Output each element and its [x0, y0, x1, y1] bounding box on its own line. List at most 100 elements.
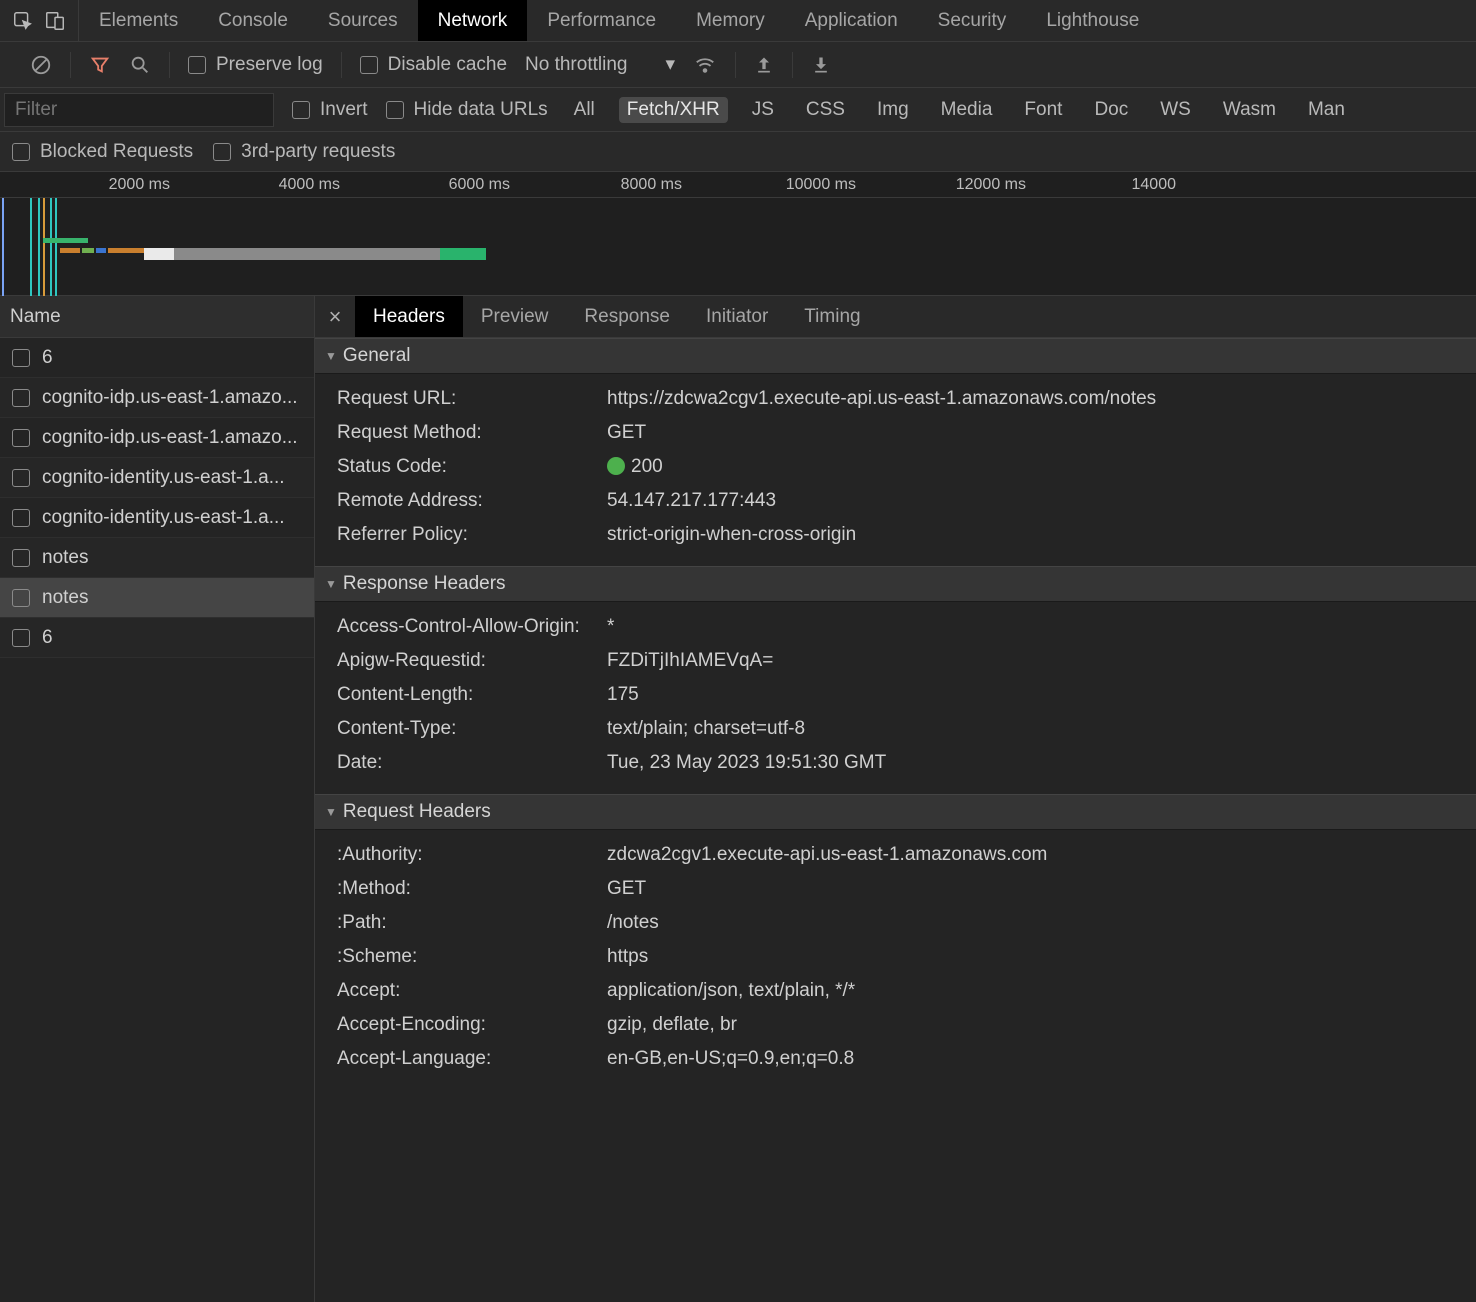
detail-tab-response[interactable]: Response [566, 296, 688, 337]
header-row: Status Code:200 [315, 450, 1476, 484]
tab-memory[interactable]: Memory [676, 0, 785, 41]
name-column-header[interactable]: Name [0, 296, 314, 338]
request-name: cognito-idp.us-east-1.amazo... [42, 387, 298, 409]
header-row: Content-Type:text/plain; charset=utf-8 [315, 712, 1476, 746]
type-filter-fetchxhr[interactable]: Fetch/XHR [619, 97, 728, 123]
detail-tabs: × HeadersPreviewResponseInitiatorTiming [315, 296, 1476, 338]
request-name: notes [42, 547, 88, 569]
header-key: Date: [337, 752, 607, 774]
header-key: Content-Length: [337, 684, 607, 706]
header-key: Remote Address: [337, 490, 607, 512]
inspect-element-icon[interactable] [12, 10, 34, 32]
tab-sources[interactable]: Sources [308, 0, 418, 41]
timeline-overview[interactable]: 2000 ms4000 ms6000 ms8000 ms10000 ms1200… [0, 172, 1476, 296]
network-conditions-icon[interactable] [693, 54, 717, 76]
type-filter-css[interactable]: CSS [798, 97, 853, 123]
request-row[interactable]: cognito-identity.us-east-1.a... [0, 498, 314, 538]
extra-filters: Blocked Requests 3rd-party requests [0, 132, 1476, 172]
type-filter-doc[interactable]: Doc [1086, 97, 1136, 123]
section-header-response[interactable]: ▼Response Headers [315, 566, 1476, 602]
type-filter-ws[interactable]: WS [1152, 97, 1199, 123]
header-key: :Method: [337, 878, 607, 900]
tab-network[interactable]: Network [418, 0, 528, 41]
disclosure-triangle-icon: ▼ [325, 349, 337, 363]
request-row[interactable]: cognito-identity.us-east-1.a... [0, 458, 314, 498]
request-name: notes [42, 587, 88, 609]
document-icon [12, 429, 30, 447]
type-filter-man[interactable]: Man [1300, 97, 1353, 123]
download-har-icon[interactable] [811, 55, 831, 75]
header-key: Status Code: [337, 456, 607, 478]
request-name: 6 [42, 627, 53, 649]
search-icon[interactable] [129, 54, 151, 76]
type-filter-wasm[interactable]: Wasm [1215, 97, 1284, 123]
type-filter-js[interactable]: JS [744, 97, 782, 123]
header-row: :Path:/notes [315, 906, 1476, 940]
request-row[interactable]: notes [0, 578, 314, 618]
tab-security[interactable]: Security [918, 0, 1027, 41]
header-value: /notes [607, 912, 1476, 934]
type-filter-media[interactable]: Media [933, 97, 1001, 123]
section-header-general[interactable]: ▼General [315, 338, 1476, 374]
filter-input[interactable] [4, 93, 274, 127]
upload-har-icon[interactable] [754, 55, 774, 75]
filter-icon[interactable] [89, 54, 111, 76]
tab-console[interactable]: Console [198, 0, 308, 41]
section-header-request[interactable]: ▼Request Headers [315, 794, 1476, 830]
device-toggle-icon[interactable] [44, 10, 66, 32]
third-party-checkbox[interactable]: 3rd-party requests [213, 141, 395, 163]
blocked-requests-checkbox[interactable]: Blocked Requests [12, 141, 193, 163]
type-filter-all[interactable]: All [566, 97, 603, 123]
header-value: https://zdcwa2cgv1.execute-api.us-east-1… [607, 388, 1476, 410]
timeline-tick: 6000 ms [449, 176, 510, 194]
tab-performance[interactable]: Performance [527, 0, 676, 41]
header-row: Access-Control-Allow-Origin:* [315, 610, 1476, 644]
document-icon [12, 589, 30, 607]
header-row: :Scheme:https [315, 940, 1476, 974]
invert-checkbox[interactable]: Invert [292, 99, 368, 121]
header-row: Accept:application/json, text/plain, */* [315, 974, 1476, 1008]
header-key: Apigw-Requestid: [337, 650, 607, 672]
header-value: text/plain; charset=utf-8 [607, 718, 1476, 740]
header-key: Accept: [337, 980, 607, 1002]
timeline-tick: 14000 [1132, 176, 1177, 194]
request-row[interactable]: cognito-idp.us-east-1.amazo... [0, 378, 314, 418]
disable-cache-checkbox[interactable]: Disable cache [360, 54, 507, 76]
detail-tab-headers[interactable]: Headers [355, 296, 463, 337]
tab-elements[interactable]: Elements [79, 0, 198, 41]
request-row[interactable]: cognito-idp.us-east-1.amazo... [0, 418, 314, 458]
main-tabs: ElementsConsoleSourcesNetworkPerformance… [79, 0, 1159, 41]
detail-tab-preview[interactable]: Preview [463, 296, 567, 337]
request-detail-panel: × HeadersPreviewResponseInitiatorTiming … [315, 296, 1476, 1302]
type-filter-img[interactable]: Img [869, 97, 917, 123]
header-row: Accept-Encoding:gzip, deflate, br [315, 1008, 1476, 1042]
hide-data-urls-checkbox[interactable]: Hide data URLs [386, 99, 548, 121]
hide-data-urls-label: Hide data URLs [414, 99, 548, 121]
header-value: https [607, 946, 1476, 968]
detail-tab-timing[interactable]: Timing [786, 296, 878, 337]
document-icon [12, 549, 30, 567]
preserve-log-checkbox[interactable]: Preserve log [188, 54, 323, 76]
timeline-body [0, 198, 1476, 296]
request-row[interactable]: notes [0, 538, 314, 578]
type-filter-font[interactable]: Font [1016, 97, 1070, 123]
clear-button[interactable] [30, 54, 52, 76]
document-icon [12, 629, 30, 647]
devtools-tabstrip: ElementsConsoleSourcesNetworkPerformance… [0, 0, 1476, 42]
header-row: Request Method:GET [315, 416, 1476, 450]
close-detail-button[interactable]: × [315, 304, 355, 330]
request-row[interactable]: 6 [0, 338, 314, 378]
request-row[interactable]: 6 [0, 618, 314, 658]
tab-lighthouse[interactable]: Lighthouse [1026, 0, 1159, 41]
tab-application[interactable]: Application [785, 0, 918, 41]
request-name: cognito-identity.us-east-1.a... [42, 507, 285, 529]
timeline-tick: 2000 ms [109, 176, 170, 194]
throttling-dropdown[interactable]: No throttling ▾ [525, 53, 675, 76]
detail-tab-initiator[interactable]: Initiator [688, 296, 786, 337]
header-value: Tue, 23 May 2023 19:51:30 GMT [607, 752, 1476, 774]
request-name: cognito-idp.us-east-1.amazo... [42, 427, 298, 449]
disable-cache-label: Disable cache [388, 54, 507, 76]
header-value: * [607, 616, 1476, 638]
header-value: 200 [607, 456, 1476, 478]
resource-type-filters: All Fetch/XHR JS CSS Img Media Font Doc WS Wasm Ma… [566, 97, 1353, 123]
